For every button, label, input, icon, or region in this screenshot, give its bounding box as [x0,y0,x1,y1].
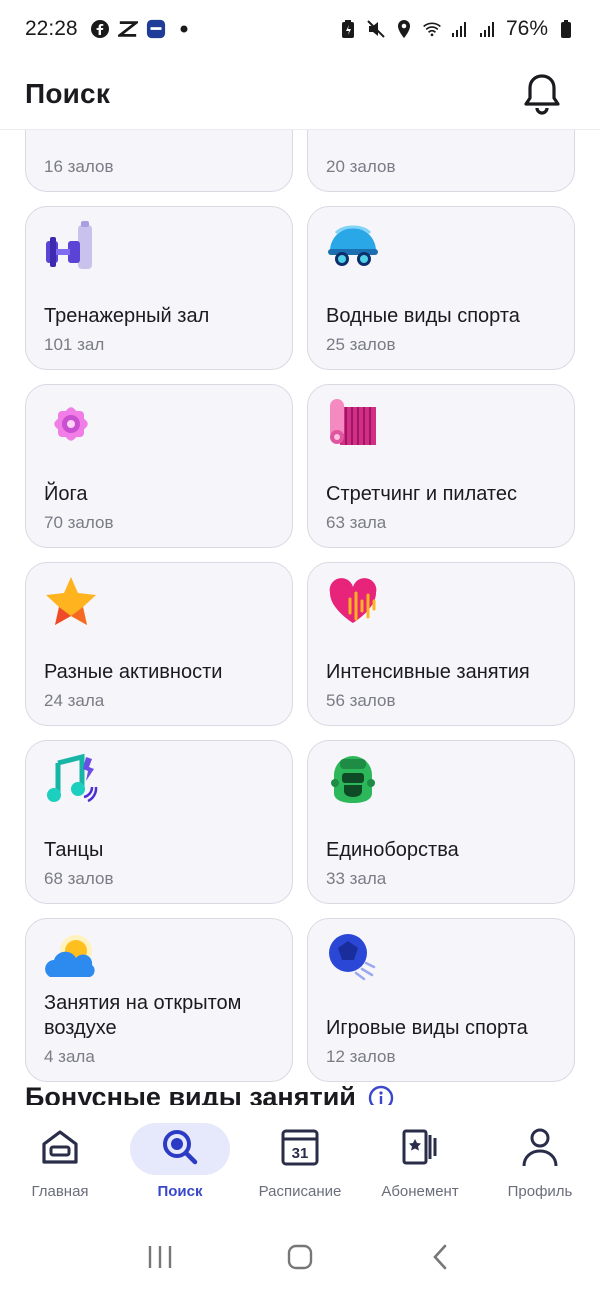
mute-icon [366,19,386,39]
category-count: 68 залов [44,869,114,888]
category-title: Интенсивные занятия [326,661,530,683]
category-card-outdoor[interactable]: Занятия на открытом воздухе 4 зала [25,918,293,1082]
category-title: Единоборства [326,839,459,861]
category-title: Тренажерный зал [44,305,210,327]
category-card-ball-games[interactable]: Игровые виды спорта 12 залов [307,918,575,1082]
bottom-navigation: Главная Поиск 31 Расписание Абонемент Пр… [0,1105,600,1215]
category-count: 33 зала [326,869,387,888]
top-app-bar: Поиск [0,58,600,130]
category-title: Водные виды спорта [326,305,520,327]
nav-search-icon-wrap [130,1123,230,1175]
battery-icon [556,19,576,39]
battery-percent: 76% [505,17,548,40]
category-card[interactable]: 20 залов [307,130,575,192]
category-title: Стретчинг и пилатес [326,483,517,505]
category-card-gym[interactable]: Тренажерный зал 101 зал [25,206,293,370]
category-count: 56 залов [326,691,396,710]
nav-home-icon-wrap [10,1123,110,1175]
category-count: 12 залов [326,1047,396,1066]
nav-schedule-icon-wrap: 31 [250,1123,350,1175]
app-notification-icon [117,19,138,39]
category-count: 24 зала [44,691,105,710]
category-count: 25 залов [326,335,396,354]
notifications-bell-icon[interactable] [522,72,562,116]
nav-schedule-label: Расписание [258,1183,342,1200]
search-icon [160,1127,200,1172]
nav-search-label: Поиск [157,1183,203,1200]
star-icon [44,575,98,629]
category-card-stretching[interactable]: Стретчинг и пилатес 63 зала [307,384,575,548]
nav-profile[interactable]: Профиль [482,1123,598,1200]
yoga-mat-icon [326,397,380,451]
sun-cloud-icon [44,931,98,985]
category-card-dance[interactable]: Танцы 68 залов [25,740,293,904]
home-icon [40,1128,80,1171]
status-bar: 22:28 76% [0,0,600,58]
status-left: 22:28 [25,17,194,41]
category-title: Игровые виды спорта [326,1017,528,1039]
boxing-helmet-icon [326,753,380,807]
calendar-icon: 31 [280,1127,320,1172]
category-grid: 16 залов 20 залов Тренажерный зал 101 за… [25,130,575,1082]
nav-search[interactable]: Поиск [122,1123,238,1200]
swim-cap-icon [326,219,380,273]
category-card-intensive[interactable]: Интенсивные занятия 56 залов [307,562,575,726]
nav-schedule[interactable]: 31 Расписание [242,1123,358,1200]
signal-2-icon [478,19,498,39]
search-content[interactable]: 16 залов 20 залов Тренажерный зал 101 за… [0,130,600,1105]
category-count: 20 залов [326,157,396,176]
category-count: 101 зал [44,335,105,354]
page-title: Поиск [25,77,111,109]
category-title: Йога [44,483,88,505]
battery-saver-icon [338,19,358,39]
recent-apps-icon[interactable] [140,1237,180,1277]
info-icon[interactable] [368,1085,394,1105]
category-count: 63 зала [326,513,387,532]
heart-pulse-icon [326,575,380,629]
music-note-icon [44,753,98,807]
category-card-water[interactable]: Водные виды спорта 25 залов [307,206,575,370]
membership-card-icon [400,1127,440,1172]
facebook-icon [90,19,110,39]
nav-home[interactable]: Главная [2,1123,118,1200]
signal-icon [450,19,470,39]
category-title: Разные активности [44,661,223,683]
back-icon[interactable] [420,1237,460,1277]
status-time: 22:28 [25,17,78,40]
location-icon [394,19,414,39]
category-card[interactable]: 16 залов [25,130,293,192]
wifi-icon [422,19,442,39]
more-notifications-dot-icon [174,19,194,39]
nav-home-label: Главная [31,1183,89,1200]
category-title: Занятия на открытом воздухе [44,992,242,1039]
nav-membership[interactable]: Абонемент [362,1123,478,1200]
system-navigation-bar [0,1215,600,1299]
bonus-section-title: Бонусные виды занятий [25,1082,356,1105]
category-title: Танцы [44,839,104,861]
lotus-icon [44,397,98,451]
status-right: 76% [338,17,576,41]
bank-app-icon [146,19,166,39]
home-button-icon[interactable] [280,1237,320,1277]
category-count: 4 зала [44,1047,95,1066]
category-count: 70 залов [44,513,114,532]
category-card-yoga[interactable]: Йога 70 залов [25,384,293,548]
category-card-various[interactable]: Разные активности 24 зала [25,562,293,726]
dumbbell-icon [44,219,98,273]
category-count: 16 залов [44,157,114,176]
category-card-martial-arts[interactable]: Единоборства 33 зала [307,740,575,904]
nav-membership-label: Абонемент [381,1183,459,1200]
nav-profile-icon-wrap [490,1123,590,1175]
ball-icon [326,931,380,985]
svg-text:31: 31 [292,1145,309,1162]
nav-membership-icon-wrap [370,1123,470,1175]
bonus-section-header: Бонусные виды занятий [25,1082,394,1105]
profile-icon [520,1126,560,1173]
nav-profile-label: Профиль [507,1183,573,1200]
